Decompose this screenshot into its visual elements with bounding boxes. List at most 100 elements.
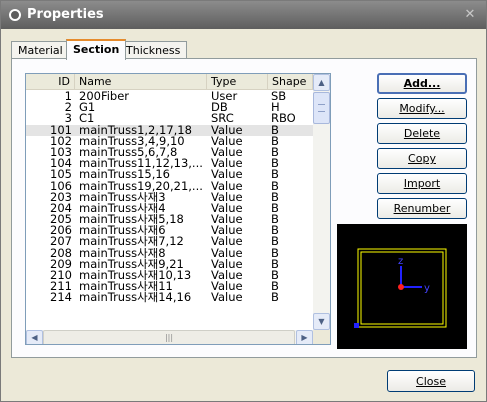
corner-marker: [354, 323, 359, 328]
table-row[interactable]: 210 mainTruss사재10,13 Value B: [26, 270, 313, 281]
table-row[interactable]: 1 200Fiber User SB: [26, 91, 313, 102]
properties-window: Properties ✕ Material Section Thickness …: [0, 0, 487, 402]
row-name: mainTruss사재10,13: [79, 270, 192, 282]
table-row[interactable]: 207 mainTruss사재7,12 Value B: [26, 236, 313, 247]
column-header-id[interactable]: ID: [26, 74, 75, 90]
import-button[interactable]: Import: [377, 173, 467, 194]
row-name: mainTruss사재4: [79, 202, 166, 215]
renumber-button[interactable]: Renumber: [377, 198, 467, 219]
row-shape: B: [271, 146, 279, 159]
arrow-up-icon[interactable]: ▲: [313, 74, 330, 91]
table-row[interactable]: 104 mainTruss11,12,13,... Value B: [26, 158, 313, 169]
column-header-shape[interactable]: Shape: [268, 74, 313, 90]
column-header-type[interactable]: Type: [207, 74, 268, 90]
close-button[interactable]: Close: [387, 370, 475, 392]
table-row[interactable]: 2 G1 DB H: [26, 102, 313, 113]
table-row[interactable]: 206 mainTruss사재6 Value B: [26, 225, 313, 236]
table-row[interactable]: 205 mainTruss사재5,18 Value B: [26, 214, 313, 225]
row-name: mainTruss사재3: [79, 191, 166, 203]
row-shape: B: [271, 214, 279, 226]
row-name: mainTruss사재5,18: [79, 214, 184, 226]
size-grip: [313, 330, 330, 344]
row-type: Value: [211, 124, 243, 136]
table-row[interactable]: 101 mainTruss1,2,17,18 Value B: [26, 124, 313, 136]
tab-material[interactable]: Material: [11, 41, 70, 59]
tab-section[interactable]: Section: [66, 39, 127, 60]
row-name: mainTruss15,16: [79, 169, 170, 181]
row-type: Value: [211, 158, 243, 170]
row-id: 106: [50, 180, 72, 192]
table-row[interactable]: 214 mainTruss사재14,16 Value B: [26, 292, 313, 303]
tab-thickness[interactable]: Thickness: [119, 41, 188, 59]
table-row[interactable]: 208 mainTruss사재8 Value B: [26, 248, 313, 259]
z-axis-label: z: [398, 256, 403, 267]
table-row[interactable]: 211 mainTruss사재11 Value B: [26, 281, 313, 292]
row-type: SRC: [211, 113, 234, 125]
section-preview-canvas: z y: [354, 248, 447, 328]
row-name: mainTruss사재7,12: [79, 236, 184, 248]
row-id: 3: [64, 113, 72, 125]
row-shape: B: [271, 135, 279, 147]
table-row[interactable]: 209 mainTruss사재9,21 Value B: [26, 259, 313, 270]
row-id: 105: [50, 169, 72, 181]
row-shape: B: [271, 270, 279, 282]
row-type: Value: [211, 180, 243, 192]
row-id: 101: [50, 124, 72, 136]
arrow-left-icon[interactable]: ◀: [26, 330, 43, 344]
y-axis-label: y: [424, 283, 430, 294]
table-row[interactable]: 102 mainTruss3,4,9,10 Value B: [26, 136, 313, 147]
vertical-scrollbar[interactable]: ▲ ▼: [313, 74, 330, 330]
row-type: Value: [211, 146, 243, 159]
scroll-thumb[interactable]: [313, 92, 330, 124]
row-shape: B: [271, 180, 279, 192]
row-shape: B: [271, 292, 279, 304]
row-id: 102: [50, 135, 72, 147]
row-id: 214: [50, 292, 72, 304]
table-row[interactable]: 204 mainTruss사재4 Value B: [26, 203, 313, 214]
arrow-down-icon[interactable]: ▼: [313, 313, 330, 330]
row-id: 206: [50, 225, 72, 237]
row-type: Value: [211, 292, 243, 304]
row-id: 103: [50, 146, 72, 159]
row-shape: B: [271, 202, 279, 215]
table-row[interactable]: 105 mainTruss15,16 Value B: [26, 169, 313, 180]
origin-marker: [398, 284, 404, 290]
row-name: mainTruss1,2,17,18: [79, 124, 192, 136]
table-row[interactable]: 3 C1 SRC RBO: [26, 113, 313, 124]
row-type: Value: [211, 281, 243, 293]
table-row[interactable]: 103 mainTruss5,6,7,8 Value B: [26, 147, 313, 158]
row-type: DB: [211, 102, 228, 114]
row-shape: B: [271, 258, 279, 271]
row-name: mainTruss3,4,9,10: [79, 135, 185, 147]
row-name: mainTruss11,12,13,...: [79, 158, 203, 170]
table-row[interactable]: 106 mainTruss19,20,21,... Value B: [26, 181, 313, 192]
row-name: C1: [79, 113, 95, 125]
row-type: Value: [211, 169, 243, 181]
row-shape: RBO: [271, 113, 296, 125]
row-shape: B: [271, 247, 279, 259]
row-name: mainTruss사재9,21: [79, 258, 184, 271]
row-id: 204: [50, 202, 72, 215]
arrow-right-icon[interactable]: ▶: [296, 330, 313, 344]
delete-button[interactable]: Delete: [377, 123, 467, 144]
row-name: G1: [79, 102, 96, 114]
row-name: mainTruss사재6: [79, 225, 166, 237]
close-icon[interactable]: ✕: [462, 7, 478, 23]
modify-button[interactable]: Modify...: [377, 98, 467, 119]
row-shape: B: [271, 281, 279, 293]
row-id: 210: [50, 270, 72, 282]
title-bar[interactable]: Properties ✕: [1, 1, 486, 29]
column-header-name[interactable]: Name: [75, 74, 207, 90]
add-button[interactable]: Add...: [377, 73, 467, 94]
row-type: Value: [211, 191, 243, 203]
table-row[interactable]: 203 mainTruss사재3 Value B: [26, 192, 313, 203]
horizontal-scrollbar[interactable]: ◀ ||| ▶: [26, 330, 313, 344]
row-shape: B: [271, 225, 279, 237]
collapse-circle-icon[interactable]: [9, 9, 21, 21]
row-id: 208: [50, 247, 72, 259]
copy-button[interactable]: Copy: [377, 148, 467, 169]
row-shape: H: [271, 102, 280, 114]
section-list[interactable]: ID Name Type Shape 1 200Fiber User SB 2 G1 DB H…: [25, 73, 331, 345]
row-name: mainTruss5,6,7,8: [79, 146, 178, 159]
horizontal-scroll-thumb[interactable]: |||: [43, 330, 295, 344]
